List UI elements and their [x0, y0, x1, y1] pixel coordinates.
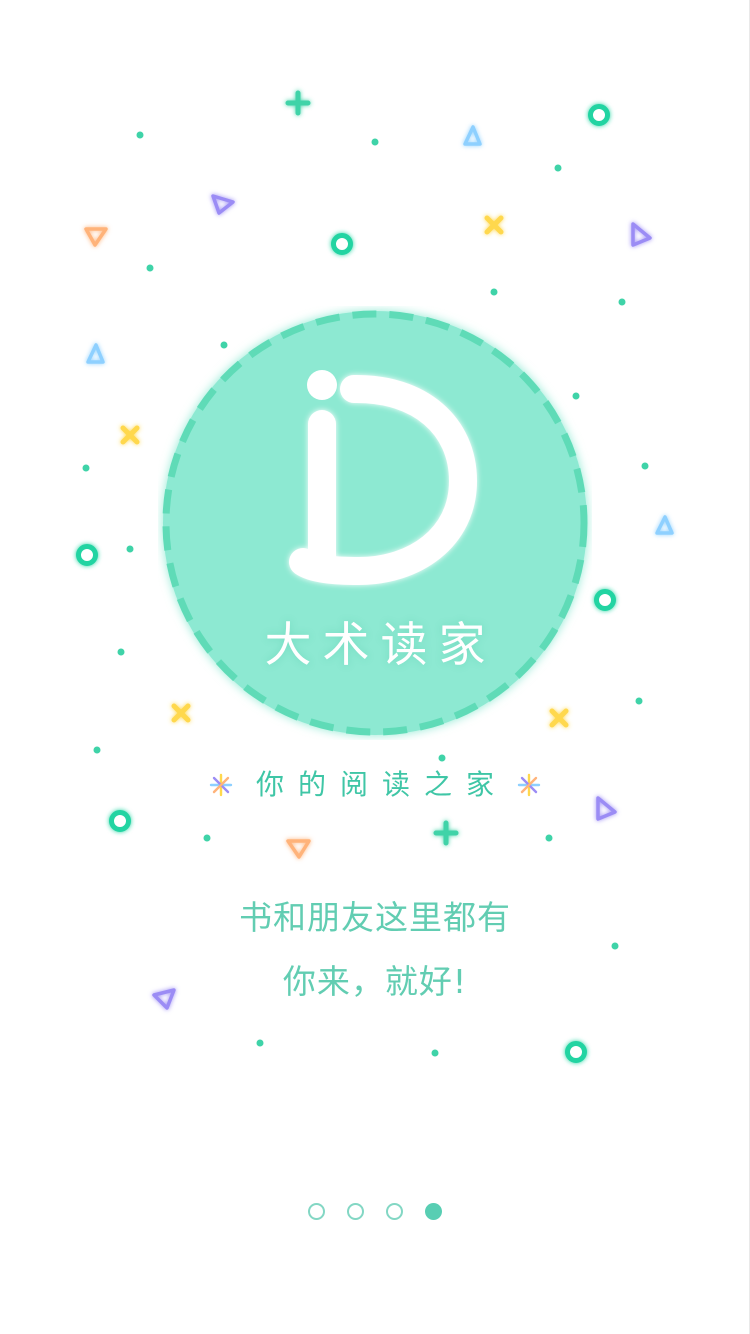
- dot-icon: [256, 1039, 264, 1047]
- triangle-icon: [596, 796, 617, 821]
- page-dot[interactable]: [386, 1202, 403, 1220]
- ring-icon: [331, 233, 353, 255]
- dot-icon: [93, 746, 101, 754]
- cross-icon: [120, 425, 140, 445]
- triangle-icon: [86, 343, 105, 364]
- tagline-text: 你的阅读之家: [255, 768, 508, 801]
- app-name-title: 大术读家: [264, 618, 497, 673]
- plus-icon: [285, 90, 311, 116]
- page-dot[interactable]: [308, 1202, 325, 1220]
- dot-icon: [545, 834, 553, 842]
- dot-icon: [431, 1049, 439, 1057]
- slogan-line-1: 书和朋友这里都有: [239, 898, 511, 937]
- sparkle-icon: [517, 773, 541, 797]
- dot-icon: [371, 138, 379, 146]
- dot-icon: [438, 754, 446, 762]
- dot-icon: [136, 131, 144, 139]
- dot-icon: [611, 942, 619, 950]
- dot-icon: [641, 462, 649, 470]
- dot-icon: [146, 264, 154, 272]
- ring-icon: [594, 589, 616, 611]
- ring-icon: [76, 544, 98, 566]
- letter-id-logo-icon: [162, 310, 588, 736]
- dot-icon: [126, 545, 134, 553]
- triangle-icon: [286, 839, 311, 859]
- ring-icon: [588, 104, 610, 126]
- triangle-icon: [655, 515, 674, 535]
- triangle-icon: [463, 125, 482, 146]
- slogan-line-2: 你来，就好!: [282, 962, 468, 1001]
- ring-icon: [565, 1041, 587, 1063]
- plus-icon: [433, 820, 459, 846]
- dot-icon: [203, 834, 211, 842]
- tagline: 你的阅读之家: [175, 762, 575, 806]
- dot-icon: [618, 298, 626, 306]
- page-dot[interactable]: [347, 1202, 364, 1220]
- app-logo-badge: 大术读家: [158, 306, 592, 740]
- triangle-icon: [211, 194, 235, 215]
- page-indicator[interactable]: [0, 1200, 750, 1222]
- dot-icon: [635, 697, 643, 705]
- dot-icon: [554, 164, 562, 172]
- dot-icon: [82, 464, 90, 472]
- triangle-icon: [84, 227, 108, 247]
- ring-icon: [109, 810, 131, 832]
- sparkle-icon: [209, 773, 233, 797]
- page-dot-active[interactable]: [425, 1202, 442, 1220]
- dot-icon: [117, 648, 125, 656]
- triangle-icon: [631, 222, 652, 247]
- dot-icon: [490, 288, 498, 296]
- splash-screen: 大术读家 你的阅读之家 书和朋友这里都有 你来，就好!: [0, 0, 750, 1334]
- cross-icon: [484, 215, 504, 235]
